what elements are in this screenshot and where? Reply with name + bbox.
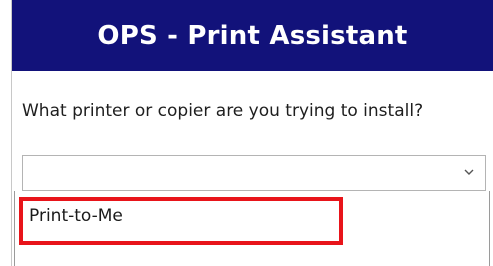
dropdown-option-print-to-me[interactable]: Print-to-Me <box>15 195 489 235</box>
chevron-down-icon[interactable] <box>463 166 475 178</box>
printer-question-label: What printer or copier are you trying to… <box>22 101 424 121</box>
printer-select[interactable] <box>22 155 486 191</box>
app-title: OPS - Print Assistant <box>97 20 408 51</box>
app-header: OPS - Print Assistant <box>12 0 493 71</box>
dropdown-option-label: Print-to-Me <box>29 206 123 226</box>
printer-dropdown-list: Print-to-Me <box>14 191 490 266</box>
